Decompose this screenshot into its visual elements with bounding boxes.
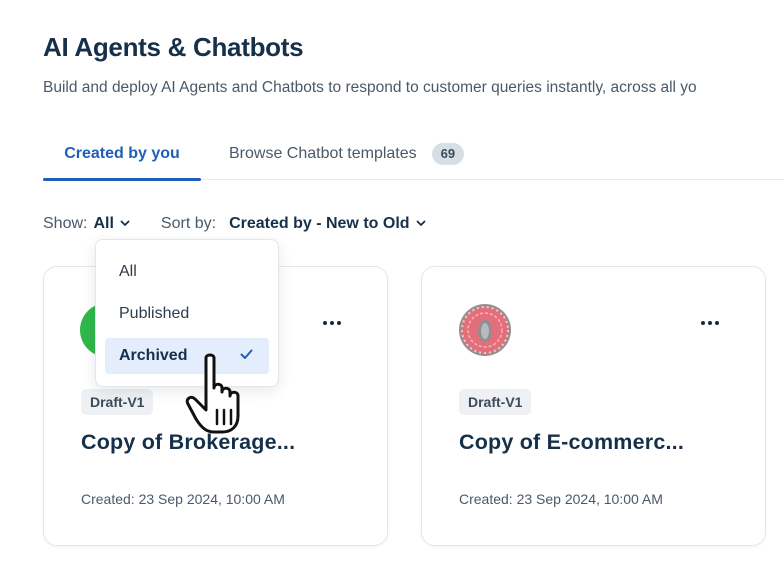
active-tab-indicator bbox=[43, 178, 201, 181]
dropdown-option-published[interactable]: Published bbox=[105, 296, 269, 332]
option-label: All bbox=[119, 263, 137, 280]
check-icon bbox=[240, 349, 253, 359]
more-options-icon[interactable] bbox=[317, 311, 347, 335]
show-dropdown-menu: All Published Archived bbox=[95, 239, 279, 387]
page: AI Agents & Chatbots Build and deploy AI… bbox=[0, 0, 784, 572]
created-date: Created: 23 Sep 2024, 10:00 AM bbox=[459, 491, 663, 507]
tab-browse-templates[interactable]: Browse Chatbot templates 69 bbox=[229, 128, 465, 180]
filter-bar: Show: All Sort by: Created by - New to O… bbox=[43, 212, 426, 236]
sort-dropdown[interactable]: Created by - New to Old bbox=[229, 215, 425, 233]
pink-ring-icon bbox=[459, 304, 511, 356]
templates-count-badge: 69 bbox=[431, 143, 465, 165]
card-title[interactable]: Copy of E-commerc... bbox=[459, 430, 684, 455]
tab-label: Created by you bbox=[64, 145, 180, 162]
card-title[interactable]: Copy of Brokerage... bbox=[81, 430, 295, 455]
show-filter-dropdown[interactable]: All bbox=[93, 215, 130, 233]
option-label: Published bbox=[119, 305, 190, 322]
show-value: All bbox=[93, 215, 114, 232]
chevron-down-icon bbox=[416, 220, 425, 226]
tab-bar: Created by you Browse Chatbot templates … bbox=[0, 128, 784, 181]
page-title: AI Agents & Chatbots bbox=[43, 32, 304, 62]
version-badge: Draft-V1 bbox=[81, 389, 154, 415]
more-options-icon[interactable] bbox=[695, 311, 725, 335]
chevron-down-icon bbox=[120, 220, 130, 226]
show-label: Show: bbox=[43, 215, 88, 232]
tab-created-by-you[interactable]: Created by you bbox=[43, 128, 201, 181]
version-badge: Draft-V1 bbox=[459, 389, 532, 415]
tab-label: Browse Chatbot templates bbox=[229, 145, 417, 162]
chatbot-card[interactable]: Draft-V1 Copy of E-commerc... Created: 2… bbox=[421, 266, 766, 546]
dropdown-option-archived[interactable]: Archived bbox=[105, 338, 269, 374]
sort-value: Created by - New to Old bbox=[229, 215, 410, 232]
chatbot-avatar bbox=[458, 303, 512, 357]
option-label: Archived bbox=[119, 347, 188, 364]
page-subtitle: Build and deploy AI Agents and Chatbots … bbox=[43, 79, 697, 96]
sort-label: Sort by: bbox=[160, 215, 217, 232]
sort-group: Sort by: Created by - New to Old bbox=[161, 215, 426, 233]
dropdown-option-all[interactable]: All bbox=[105, 254, 269, 290]
created-date: Created: 23 Sep 2024, 10:00 AM bbox=[81, 491, 285, 507]
